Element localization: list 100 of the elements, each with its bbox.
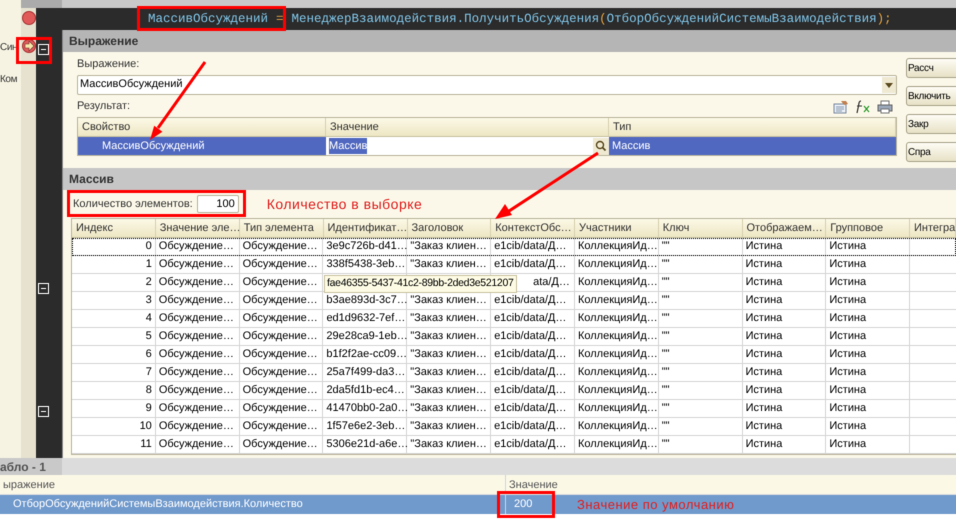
highlight-frame (497, 491, 555, 518)
column-header[interactable]: Тип (609, 118, 896, 136)
table-cell: КоллекцияИд… (574, 400, 659, 417)
column-header[interactable]: КонтекстОбс… (491, 219, 575, 237)
table-cell: КоллекцияИд… (574, 436, 659, 453)
table-cell: Обсуждение… (156, 256, 240, 273)
table-cell: Истина (826, 346, 910, 363)
table-cell: "" (658, 400, 743, 417)
table-cell: Истина (826, 436, 910, 453)
column-header[interactable]: Групповое (826, 219, 910, 237)
table-cell: 1 (72, 256, 156, 273)
table-cell: "Заказ клиен… (407, 418, 492, 435)
table-cell: Истина (742, 418, 826, 435)
table-cell: Обсуждение… (240, 436, 324, 453)
table-cell: КоллекцияИд… (574, 292, 659, 309)
collapse-icon (38, 406, 49, 417)
table-row[interactable]: 0 Обсуждение… Обсуждение… 3e9c726b-d41… "Заказ клиен… e1cib/data/Д… КоллекцияИд… "" Истина Истина (72, 238, 956, 256)
table-cell: Истина (826, 274, 910, 291)
collapse-icon (38, 44, 49, 55)
column-header[interactable]: Отображаем… (742, 219, 826, 237)
column-header[interactable]: Идентификат… (324, 219, 408, 237)
table-cell: Обсуждение… (156, 310, 240, 327)
table-cell: Истина (742, 310, 826, 327)
column-header[interactable]: Значение эле… (156, 219, 240, 237)
table-cell: "" (658, 418, 742, 435)
column-header[interactable]: Интегра (910, 219, 956, 237)
table-cell: Истина (742, 382, 826, 399)
table-row[interactable]: 4 Обсуждение… Обсуждение… ed1d9632-7ef… "Заказ клиен… e1cib/data/Д… КоллекцияИд… "" Истина Истина (72, 310, 956, 328)
table-cell: Обсуждение… (156, 382, 240, 399)
table-cell: 3e9c726b-d41… (323, 238, 408, 255)
code-operator: ); (876, 12, 892, 26)
column-header[interactable]: ыражение (0, 475, 505, 494)
dialog-button[interactable]: Спра (906, 142, 956, 162)
table-cell: e1cib/data/Д… (491, 328, 575, 345)
annotation-text: Значение по умолчанию (577, 496, 734, 514)
table-cell: Обсуждение… (156, 238, 240, 255)
table-cell: Обсуждение… (240, 292, 324, 309)
table-cell: 6 (72, 346, 156, 363)
table-cell: Истина (742, 364, 826, 381)
table-cell: Обсуждение… (156, 364, 240, 381)
table-cell: Истина (826, 292, 910, 309)
table-cell: b1f2f2ae-cc09… (323, 346, 408, 363)
printer-icon (877, 100, 893, 114)
column-header[interactable]: Заголовок (408, 219, 492, 237)
expression-dropdown[interactable]: МассивОбсуждений (77, 74, 897, 94)
column-header[interactable]: Значение (505, 475, 956, 494)
table-cell: КоллекцияИд… (574, 238, 659, 255)
table-cell: e1cib/data/Д… (491, 364, 575, 381)
column-header[interactable]: Индекс (72, 219, 156, 237)
window-title: Выражение (63, 30, 956, 52)
column-header[interactable]: Значение (326, 118, 609, 136)
table-row[interactable]: 10 Обсуждение… Обсуждение… 1f57e6e2-3eb… "Заказ клиен… e1cib/data/Д… КоллекцияИд… "" Истина Истина (72, 418, 956, 436)
field-label: Выражение: (77, 57, 140, 72)
table-row[interactable]: 1 Обсуждение… Обсуждение… 338f5438-3eb… "Заказ клиен… e1cib/data/Д… КоллекцияИд… "" Истина Истина (72, 256, 956, 274)
table-row[interactable]: 11 Обсуждение… Обсуждение… 5306e21d-a6e… "Заказ клиен… e1cib/data/Д… КоллекцияИд… "" Истина Истина (72, 436, 956, 454)
table-cell: Обсуждение… (240, 346, 324, 363)
table-cell-text: ОтборОбсужденийСистемыВзаимодействия.Количество (12, 497, 304, 512)
annotation-text: Количество в выборке (266, 194, 422, 214)
code-identifier: ОтборОбсужденийСистемыВзаимодействия (606, 12, 877, 26)
window-title: Массив (63, 168, 956, 190)
dialog-button[interactable]: Рассч (906, 58, 956, 78)
table-row[interactable]: 8 Обсуждение… Обсуждение… 2da5fd1b-ec4… "Заказ клиен… e1cib/data/Д… КоллекцияИд… "" Истина Истина (72, 382, 956, 400)
dialog-button[interactable]: Закр (906, 114, 956, 134)
table-cell: e1cib/data/Д… (491, 436, 575, 453)
table-cell: e1cib/data/Д… (491, 256, 575, 273)
table-cell: Обсуждение… (156, 436, 240, 453)
table-cell: Обсуждение… (240, 364, 324, 381)
table-cell: "Заказ клиен… (407, 400, 492, 417)
table-cell: Истина (742, 436, 826, 453)
form-label: Ком (0, 74, 18, 86)
table-cell: Обсуждение… (240, 382, 324, 399)
table-cell: Обсуждение… (240, 310, 324, 327)
table-cell: Истина (826, 310, 910, 327)
table-cell: КоллекцияИд… (574, 256, 659, 273)
table-row[interactable]: 9 Обсуждение… Обсуждение… 41470bb0-2a0… "Заказ клиен… e1cib/data/Д… КоллекцияИд… "" Истина Истина (72, 400, 956, 418)
panel-tab[interactable]: абло - 1 (0, 458, 62, 475)
code-operator: = (275, 12, 285, 26)
column-header[interactable]: Участники (575, 219, 659, 237)
column-header[interactable]: Ключ (658, 219, 742, 237)
table-cell: Обсуждение… (240, 400, 324, 417)
table-cell: Истина (826, 364, 910, 381)
current-line-icon (22, 39, 36, 53)
field-label: Результат: (77, 98, 130, 114)
table-cell: Обсуждение… (156, 418, 240, 435)
table-row[interactable]: 5 Обсуждение… Обсуждение… 29e28ca9-1eb… "Заказ клиен… e1cib/data/Д… КоллекцияИд… "" Истина Истина (72, 328, 956, 346)
column-header[interactable]: Тип элемента (240, 219, 324, 237)
highlight-frame (16, 37, 52, 64)
table-cell: "" (658, 346, 743, 363)
table-row[interactable]: 7 Обсуждение… Обсуждение… 25a7f499-da3… "Заказ клиен… e1cib/data/Д… КоллекцияИд… "" Истина Истина (72, 364, 956, 382)
table-row[interactable]: 6 Обсуждение… Обсуждение… b1f2f2ae-cc09… "Заказ клиен… e1cib/data/Д… КоллекцияИд… "" Истина Истина (72, 346, 956, 364)
table-cell: Истина (742, 238, 826, 255)
table-cell: КоллекцияИд… (574, 382, 659, 399)
table-cell: КоллекцияИд… (574, 274, 659, 291)
table-cell: Истина (742, 292, 826, 309)
table-cell: "" (658, 328, 743, 345)
table-cell: "" (658, 382, 742, 399)
table-cell: КоллекцияИд… (574, 364, 659, 381)
count-field[interactable]: 100 (196, 195, 239, 213)
dialog-button[interactable]: Включить (906, 86, 956, 106)
table-cell: Обсуждение… (156, 292, 240, 309)
